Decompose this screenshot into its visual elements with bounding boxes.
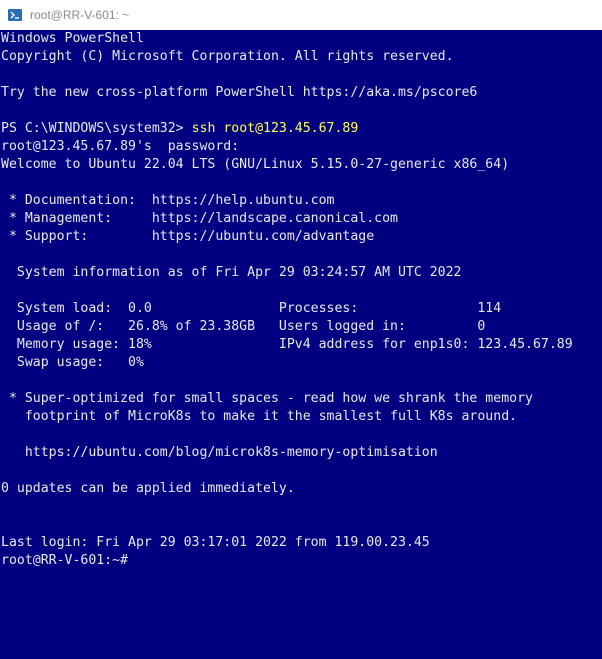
console-line: Swap usage: 0% xyxy=(1,355,144,370)
console-line: System load: 0.0 Processes: 114 xyxy=(1,301,502,316)
title-bar[interactable]: root@RR-V-601: ~ xyxy=(0,0,602,30)
console-line: 0 updates can be applied immediately. xyxy=(1,481,295,496)
text-cursor xyxy=(128,552,136,566)
console-output[interactable]: Windows PowerShell Copyright (C) Microso… xyxy=(0,30,602,659)
console-line: Welcome to Ubuntu 22.04 LTS (GNU/Linux 5… xyxy=(1,157,510,172)
console-line: * Documentation: https://help.ubuntu.com xyxy=(1,193,335,208)
console-line: root@123.45.67.89's password: xyxy=(1,139,240,154)
window-title: root@RR-V-601: ~ xyxy=(30,8,130,22)
shell-prompt-line[interactable]: root@RR-V-601:~# xyxy=(1,552,602,570)
console-line: System information as of Fri Apr 29 03:2… xyxy=(1,265,462,280)
console-line: * Management: https://landscape.canonica… xyxy=(1,211,398,226)
powershell-icon xyxy=(8,8,22,22)
console-line: Memory usage: 18% IPv4 address for enp1s… xyxy=(1,337,573,352)
ssh-command: ssh root@123.45.67.89 xyxy=(191,121,359,136)
console-line: Usage of /: 26.8% of 23.38GB Users logge… xyxy=(1,319,486,334)
console-line: Last login: Fri Apr 29 03:17:01 2022 fro… xyxy=(1,535,430,550)
console-line: * Support: https://ubuntu.com/advantage xyxy=(1,229,375,244)
console-line: https://ubuntu.com/blog/microk8s-memory-… xyxy=(1,445,438,460)
console-line: Copyright (C) Microsoft Corporation. All… xyxy=(1,49,454,64)
powershell-prompt: PS C:\WINDOWS\system32> xyxy=(1,121,192,136)
console-line: Try the new cross-platform PowerShell ht… xyxy=(1,85,478,100)
powershell-prompt-line: PS C:\WINDOWS\system32> ssh root@123.45.… xyxy=(1,120,602,138)
console-line: footprint of MicroK8s to make it the sma… xyxy=(1,409,518,424)
console-line: * Super-optimized for small spaces - rea… xyxy=(1,391,533,406)
terminal-window: root@RR-V-601: ~ Windows PowerShell Copy… xyxy=(0,0,602,659)
shell-prompt: root@RR-V-601:~# xyxy=(1,553,129,568)
console-line: Windows PowerShell xyxy=(1,31,144,46)
